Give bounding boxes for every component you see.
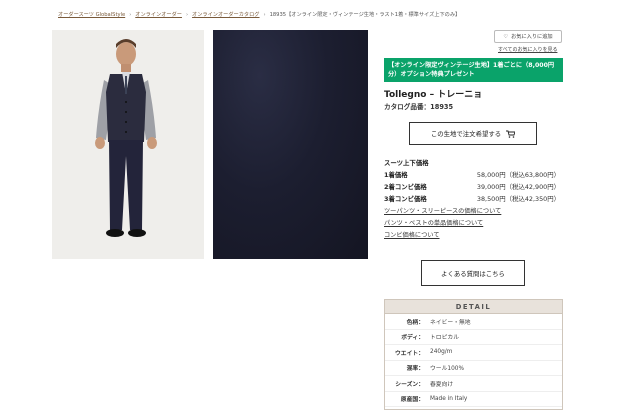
breadcrumb-link-home[interactable]: オーダースーツ GlobalStyle — [58, 12, 125, 18]
catalog-number: カタログ品番：18935 — [384, 103, 454, 111]
detail-label: 混率： — [406, 366, 424, 373]
price-heading: スーツ上下価格 — [384, 159, 429, 167]
view-all-favorites-link[interactable]: すべてのお気に入りを見る — [498, 46, 557, 53]
cart-icon — [506, 130, 516, 138]
detail-label: 色柄： — [406, 319, 424, 326]
add-to-favorites-label: お気に入りに追加 — [511, 34, 553, 40]
detail-value: ネイビー・無地 — [430, 319, 471, 326]
price-value: 58,000円（税込63,800円） — [476, 171, 560, 179]
order-request-button[interactable]: この生地で注文希望する — [409, 122, 537, 145]
breadcrumb-separator: › — [263, 12, 266, 18]
detail-value: 春夏向け — [430, 381, 454, 388]
detail-table: DETAIL 色柄： ネイビー・無地 ボディ： トロピカル ウエイト： 240g… — [384, 299, 563, 410]
two-pants-price-link[interactable]: ツーパンツ・スリーピースの価格について — [384, 206, 501, 215]
price-label: 3着コンビ価格 — [384, 195, 427, 203]
detail-header: DETAIL — [385, 300, 562, 314]
price-row: 3着コンビ価格 38,500円（税込42,350円） — [384, 194, 560, 204]
detail-label: ウエイト： — [395, 350, 424, 357]
faq-button[interactable]: よくある質問はこちら — [421, 260, 525, 286]
breadcrumb-current: 18935【オンライン限定・ヴィンテージ生地・ラスト1着・標準サイズ上下のみ】 — [269, 12, 461, 18]
price-value: 39,000円（税込42,900円） — [476, 183, 560, 191]
price-value: 38,500円（税込42,350円） — [476, 195, 560, 203]
detail-label: ボディ： — [401, 335, 424, 342]
detail-label: シーズン： — [395, 381, 424, 388]
heart-icon: ♡ — [503, 33, 509, 40]
breadcrumb-separator: › — [129, 12, 132, 18]
order-request-label: この生地で注文希望する — [430, 130, 502, 138]
breadcrumb: オーダースーツ GlobalStyle › オンラインオーダー › オンラインオーダーカ… — [58, 11, 460, 18]
detail-value: ウール100% — [430, 366, 464, 373]
promo-banner: 【オンライン限定ヴィンテージ生地】1着ごとに（8,000円分）オプション特典プレ… — [384, 58, 563, 82]
detail-row: シーズン： 春夏向け — [385, 376, 562, 392]
detail-label: 原産国： — [400, 397, 424, 404]
breadcrumb-link-online-order[interactable]: オンラインオーダー — [135, 12, 182, 18]
breadcrumb-link-catalog[interactable]: オンラインオーダーカタログ — [192, 12, 259, 18]
detail-value: 240g/m — [430, 349, 453, 356]
product-title: Tollegno – トレーニョ — [384, 90, 483, 100]
detail-row: 色柄： ネイビー・無地 — [385, 314, 562, 330]
detail-row: ボディ： トロピカル — [385, 330, 562, 345]
detail-row: ウエイト： 240g/m — [385, 345, 562, 361]
model-illustration — [52, 30, 204, 259]
detail-row: 原産国： Made in Italy — [385, 392, 562, 407]
detail-value: Made in Italy — [430, 395, 468, 402]
price-label: 1着価格 — [384, 171, 408, 179]
model-photo[interactable] — [52, 30, 204, 259]
detail-row: 混率： ウール100% — [385, 361, 562, 376]
combo-price-link[interactable]: コンビ価格について — [384, 230, 440, 239]
fabric-swatch-photo[interactable] — [213, 30, 368, 259]
breadcrumb-separator: › — [185, 12, 189, 18]
detail-value: トロピカル — [430, 335, 459, 342]
price-row: 2着コンビ価格 39,000円（税込42,900円） — [384, 182, 560, 192]
price-row: 1着価格 58,000円（税込63,800円） — [384, 170, 560, 180]
single-item-price-link[interactable]: パンツ・ベストの単品価格について — [384, 218, 483, 227]
add-to-favorites-button[interactable]: ♡ お気に入りに追加 — [494, 30, 562, 43]
price-label: 2着コンビ価格 — [384, 183, 427, 191]
